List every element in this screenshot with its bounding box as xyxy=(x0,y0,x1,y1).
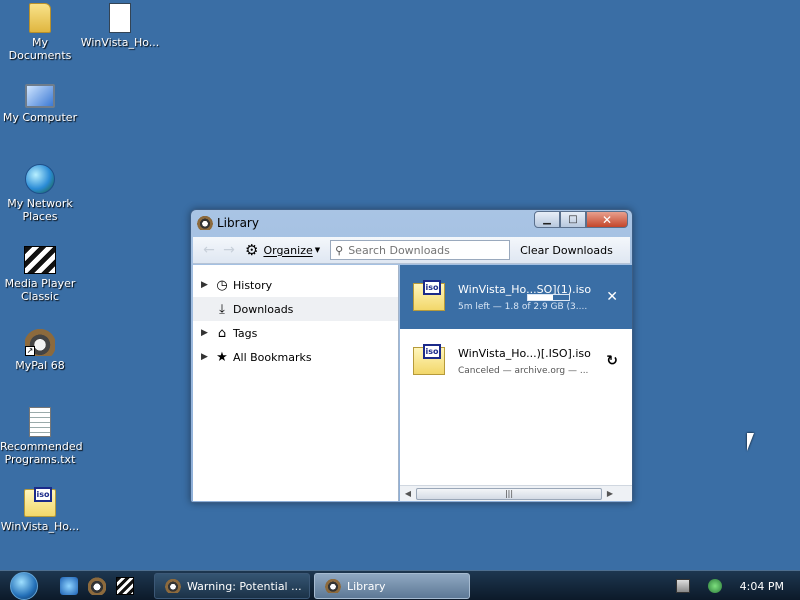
forward-arrow-icon[interactable]: → xyxy=(219,242,239,258)
scroll-thumb[interactable]: ||| xyxy=(416,487,602,500)
maximize-icon: □ xyxy=(568,214,578,225)
desktop-icon-label: My Computer xyxy=(2,111,78,124)
sidebar-item-label: History xyxy=(233,278,273,292)
search-icon: ⚲ xyxy=(335,243,344,257)
organize-button[interactable]: ⚙ Organize ▼ xyxy=(245,241,320,259)
raccoon-icon xyxy=(197,216,213,230)
minimize-icon: ▁ xyxy=(543,214,551,225)
taskbar-button-label: Warning: Potential ... xyxy=(187,579,302,593)
library-sidebar: ▶ ◷ History ⤓ Downloads ▶ ⌂ Tags ▶ ★ All… xyxy=(193,265,399,501)
expand-arrow-icon[interactable]: ▶ xyxy=(201,280,213,290)
search-downloads-box[interactable]: ⚲ xyxy=(330,240,511,260)
desktop-icon-winvista-config[interactable]: WinVista_Ho... xyxy=(80,3,160,49)
media-player-icon xyxy=(24,246,56,274)
scroll-right-icon[interactable]: ▶ xyxy=(602,489,618,498)
library-window[interactable]: Library ▁ □ ✕ ← → ⚙ Organize ▼ ⚲ Clear D… xyxy=(190,209,633,503)
desktop-icon-winvista-iso[interactable]: iso WinVista_Ho... xyxy=(0,487,80,533)
desktop-icon-my-computer[interactable]: My Computer xyxy=(0,84,80,124)
back-arrow-icon[interactable]: ← xyxy=(199,242,219,258)
keyboard-icon[interactable] xyxy=(675,579,690,593)
close-button[interactable]: ✕ xyxy=(586,211,628,228)
clock[interactable]: 4:04 PM xyxy=(740,580,784,593)
clock-icon: ◷ xyxy=(216,277,228,293)
sidebar-item-label: Downloads xyxy=(233,302,294,316)
start-button[interactable] xyxy=(10,571,38,600)
desktop-icon-my-network-places[interactable]: My Network Places xyxy=(0,164,80,223)
raccoon-icon xyxy=(165,579,181,593)
gear-icon: ⚙ xyxy=(245,241,259,259)
desktop-icon-label: Media Player Classic xyxy=(4,277,76,303)
sidebar-item-label: Tags xyxy=(233,326,258,340)
clear-downloads-button[interactable]: Clear Downloads xyxy=(520,244,613,257)
dropdown-caret-icon: ▼ xyxy=(314,246,321,254)
iso-file-icon: iso xyxy=(413,280,445,311)
cancel-icon[interactable]: ✕ xyxy=(606,289,618,305)
desktop-icon-label: WinVista_Ho... xyxy=(80,36,160,49)
download-item[interactable]: iso WinVista_Ho...SO](1).iso 5m left — 1… xyxy=(400,265,632,329)
sidebar-item-label: All Bookmarks xyxy=(233,350,312,364)
organize-label: Organize xyxy=(263,243,313,257)
sidebar-item-tags[interactable]: ▶ ⌂ Tags xyxy=(193,321,398,345)
sidebar-item-all-bookmarks[interactable]: ▶ ★ All Bookmarks xyxy=(193,345,398,369)
raccoon-icon xyxy=(325,579,341,593)
retry-icon[interactable]: ↻ xyxy=(606,353,618,369)
shortcut-arrow-icon: ↗ xyxy=(25,346,35,356)
taskbar-button-warning[interactable]: Warning: Potential ... xyxy=(154,573,310,599)
horizontal-scrollbar[interactable]: ◀ ||| ▶ xyxy=(400,485,632,501)
sidebar-item-downloads[interactable]: ⤓ Downloads xyxy=(193,297,398,321)
star-icon: ★ xyxy=(216,349,228,365)
maximize-button[interactable]: □ xyxy=(560,211,586,228)
download-icon: ⤓ xyxy=(219,301,225,317)
network-icon xyxy=(25,164,55,194)
raccoon-icon: ↗ xyxy=(25,328,55,356)
taskbar-button-label: Library xyxy=(347,579,386,593)
desktop-icon-mypal[interactable]: ↗ MyPal 68 xyxy=(0,328,80,372)
desktop-icon-media-player-classic[interactable]: Media Player Classic xyxy=(0,246,80,303)
network-status-icon[interactable] xyxy=(707,579,722,593)
tag-icon: ⌂ xyxy=(217,325,227,341)
sidebar-item-history[interactable]: ▶ ◷ History xyxy=(193,273,398,297)
desktop-icon-label: My Network Places xyxy=(7,197,73,223)
raccoon-quicklaunch-icon[interactable] xyxy=(88,576,106,595)
media-player-quicklaunch-icon[interactable] xyxy=(116,576,134,595)
iso-file-icon: iso xyxy=(413,344,445,375)
browser-quicklaunch-icon[interactable] xyxy=(60,576,78,595)
download-progress-fill xyxy=(528,295,554,300)
close-icon: ✕ xyxy=(601,212,613,227)
system-tray: 4:04 PM xyxy=(675,571,800,600)
computer-icon xyxy=(25,84,55,108)
folder-icon xyxy=(29,3,51,33)
desktop-icon-label: My Documents xyxy=(8,36,72,62)
expand-arrow-icon[interactable]: ▶ xyxy=(201,328,213,338)
scroll-left-icon[interactable]: ◀ xyxy=(400,489,416,498)
expand-arrow-icon[interactable]: ▶ xyxy=(201,352,213,362)
mouse-cursor-icon xyxy=(747,433,754,451)
search-downloads-input[interactable] xyxy=(348,243,499,257)
downloads-list: iso WinVista_Ho...SO](1).iso 5m left — 1… xyxy=(400,265,632,501)
taskbar: Warning: Potential ... Library 4:04 PM xyxy=(0,570,800,600)
window-titlebar[interactable]: Library ▁ □ ✕ xyxy=(191,210,632,236)
taskbar-button-library[interactable]: Library xyxy=(314,573,470,599)
config-file-icon xyxy=(109,3,131,33)
window-title: Library xyxy=(217,216,259,230)
quick-launch xyxy=(60,576,134,595)
desktop-icon-label: Recommended Programs.txt xyxy=(0,440,83,466)
download-progress-bar xyxy=(527,294,570,301)
desktop-icon-label: MyPal 68 xyxy=(15,359,65,372)
text-file-icon xyxy=(29,407,51,437)
desktop-icon-recommended-programs[interactable]: Recommended Programs.txt xyxy=(0,407,83,466)
desktop-icon-my-documents[interactable]: My Documents xyxy=(0,3,80,62)
iso-file-icon: iso xyxy=(24,487,56,517)
minimize-button[interactable]: ▁ xyxy=(534,211,560,228)
window-controls: ▁ □ ✕ xyxy=(534,211,628,228)
library-toolbar: ← → ⚙ Organize ▼ ⚲ Clear Downloads xyxy=(193,237,630,264)
desktop-icon-label: WinVista_Ho... xyxy=(0,520,80,533)
download-item[interactable]: iso WinVista_Ho...)[.ISO].iso Canceled —… xyxy=(400,329,632,393)
